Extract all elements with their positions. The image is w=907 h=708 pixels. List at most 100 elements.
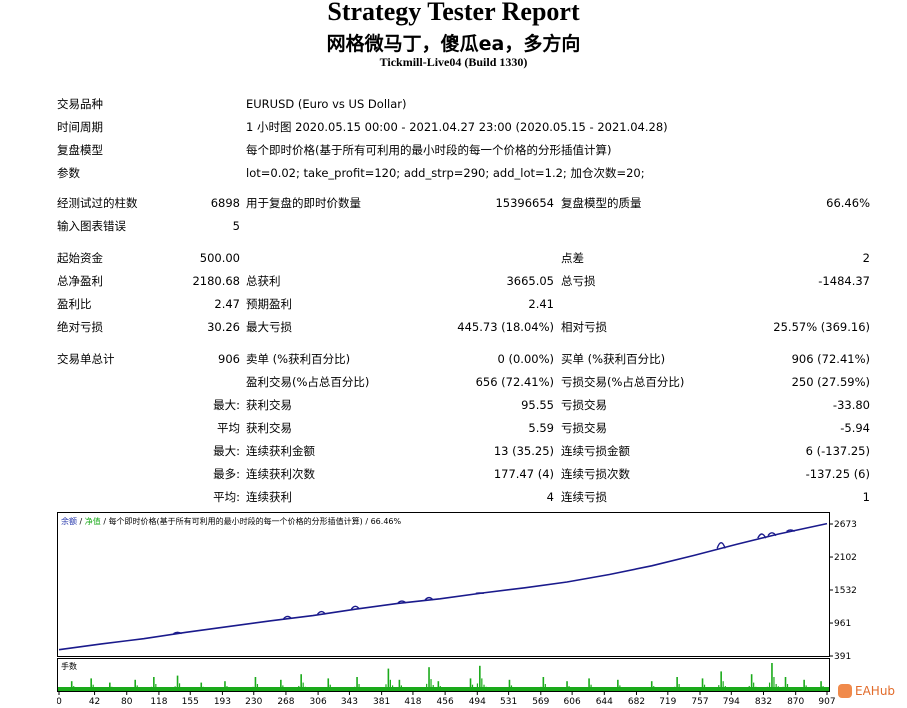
volume-bar xyxy=(798,689,801,691)
volume-bar xyxy=(362,688,365,691)
x-tick-label: 644 xyxy=(596,697,613,707)
volume-bar xyxy=(568,686,570,691)
volume-bar xyxy=(444,689,446,691)
net-profit-label: 总净盈利 xyxy=(57,274,103,288)
symbol-label: 交易品种 xyxy=(57,97,103,111)
volume-bar xyxy=(286,689,288,691)
volume-bar xyxy=(513,688,515,691)
relative-drawdown-label: 相对亏损 xyxy=(561,320,607,334)
bars-label: 经测试过的柱数 xyxy=(57,196,138,210)
y-tick-label: 391 xyxy=(834,652,851,662)
profit-factor-label: 盈利比 xyxy=(57,297,92,311)
volume-bar xyxy=(391,689,394,691)
volume-bar xyxy=(766,686,768,691)
volume-bar xyxy=(803,679,805,691)
volume-bar xyxy=(354,686,356,691)
volume-bar xyxy=(570,688,572,691)
volume-bar xyxy=(250,688,252,691)
volume-bar xyxy=(327,678,330,691)
volume-bar xyxy=(146,689,148,691)
x-tick-label: 606 xyxy=(564,697,581,707)
x-tick-label: 42 xyxy=(89,697,100,707)
most-consec-profit-value: 177.47 (4) xyxy=(493,467,554,481)
volume-bar xyxy=(130,689,132,691)
errors-label: 输入图表错误 xyxy=(57,219,126,233)
volume-bar xyxy=(302,682,304,691)
volume-bar xyxy=(198,688,200,691)
volume-bar xyxy=(111,686,113,691)
volume-bar xyxy=(750,674,753,691)
volume-bar xyxy=(619,685,621,691)
volume-bar xyxy=(402,688,405,691)
volume-bar xyxy=(644,690,646,691)
volume-bar xyxy=(439,686,441,691)
volume-bar xyxy=(293,689,295,691)
volume-bar xyxy=(383,687,385,691)
volume-bar xyxy=(141,689,143,691)
volume-bar xyxy=(590,684,592,691)
volume-bar xyxy=(252,686,254,691)
volume-bar xyxy=(820,681,822,691)
x-tick-label: 569 xyxy=(532,697,549,707)
volume-bar xyxy=(463,689,465,691)
volume-bar xyxy=(650,681,653,691)
volume-bar xyxy=(682,688,685,691)
volume-bar xyxy=(104,689,106,691)
volume-bar xyxy=(757,688,759,691)
volume-bar xyxy=(275,689,277,691)
volume-bar xyxy=(676,677,678,691)
volume-bar xyxy=(68,688,70,691)
avg-consec-loss-label: 连续亏损 xyxy=(561,490,607,504)
volume-bar xyxy=(196,689,198,691)
x-tick-label: 155 xyxy=(182,697,199,707)
volume-bar xyxy=(396,687,398,691)
y-tick-label: 961 xyxy=(834,619,851,629)
volume-bar xyxy=(155,684,157,691)
volume-bar xyxy=(483,684,485,691)
total-trades-label: 交易单总计 xyxy=(57,352,115,366)
volume-bar xyxy=(655,688,657,691)
y-tick-label: 2673 xyxy=(834,520,857,530)
volume-bar xyxy=(561,689,564,691)
volume-bar xyxy=(405,689,407,691)
short-positions-value: 0 (0.00%) xyxy=(497,352,554,366)
max-drawdown-label: 最大亏损 xyxy=(246,320,292,334)
volume-bar xyxy=(351,688,354,691)
avg-consec-profit-label: 连续获利 xyxy=(246,490,292,504)
volume-bar xyxy=(94,687,96,691)
volume-bar xyxy=(648,688,650,691)
volume-bar xyxy=(176,675,179,691)
most-prefix: 最多: xyxy=(213,467,240,481)
x-tick-label: 757 xyxy=(691,697,708,707)
volume-bar xyxy=(540,686,542,691)
volume-bar xyxy=(200,682,203,691)
max-consec-profit-label: 连续获利金额 xyxy=(246,444,315,458)
volume-bar xyxy=(398,679,401,691)
volume-bar xyxy=(695,689,697,691)
volume-bar xyxy=(768,682,771,691)
volume-bar xyxy=(356,677,358,691)
volume-bar xyxy=(722,681,724,691)
volume-label: 手数 xyxy=(61,661,77,671)
volume-bar xyxy=(485,686,487,691)
volume-bar xyxy=(546,687,549,691)
volume-bar xyxy=(284,688,286,691)
volume-bar xyxy=(159,688,161,691)
x-tick-label: 870 xyxy=(787,697,804,707)
max-consec-loss-label: 连续亏损金额 xyxy=(561,444,630,458)
volume-bar xyxy=(559,690,561,691)
balance-chart: 余额 / 净值 / 每个即时价格(基于所有可利用的最小时段的每一个价格的分形插值… xyxy=(57,512,857,707)
x-tick-label: 306 xyxy=(310,697,327,707)
volume-bar xyxy=(583,689,586,691)
volume-bar xyxy=(481,678,483,691)
loss-trades-label: 亏损交易(%占总百分比) xyxy=(561,375,685,389)
volume-bar xyxy=(426,683,428,691)
absolute-drawdown-value: 30.26 xyxy=(207,320,240,334)
volume-bar xyxy=(786,684,789,691)
ticks-value: 15396654 xyxy=(495,196,554,210)
volume-bar xyxy=(77,689,79,691)
volume-bar xyxy=(170,689,172,691)
volume-bar xyxy=(674,686,676,691)
relative-drawdown-value: 25.57% (369.16) xyxy=(773,320,870,334)
volume-plot-frame xyxy=(57,658,830,692)
